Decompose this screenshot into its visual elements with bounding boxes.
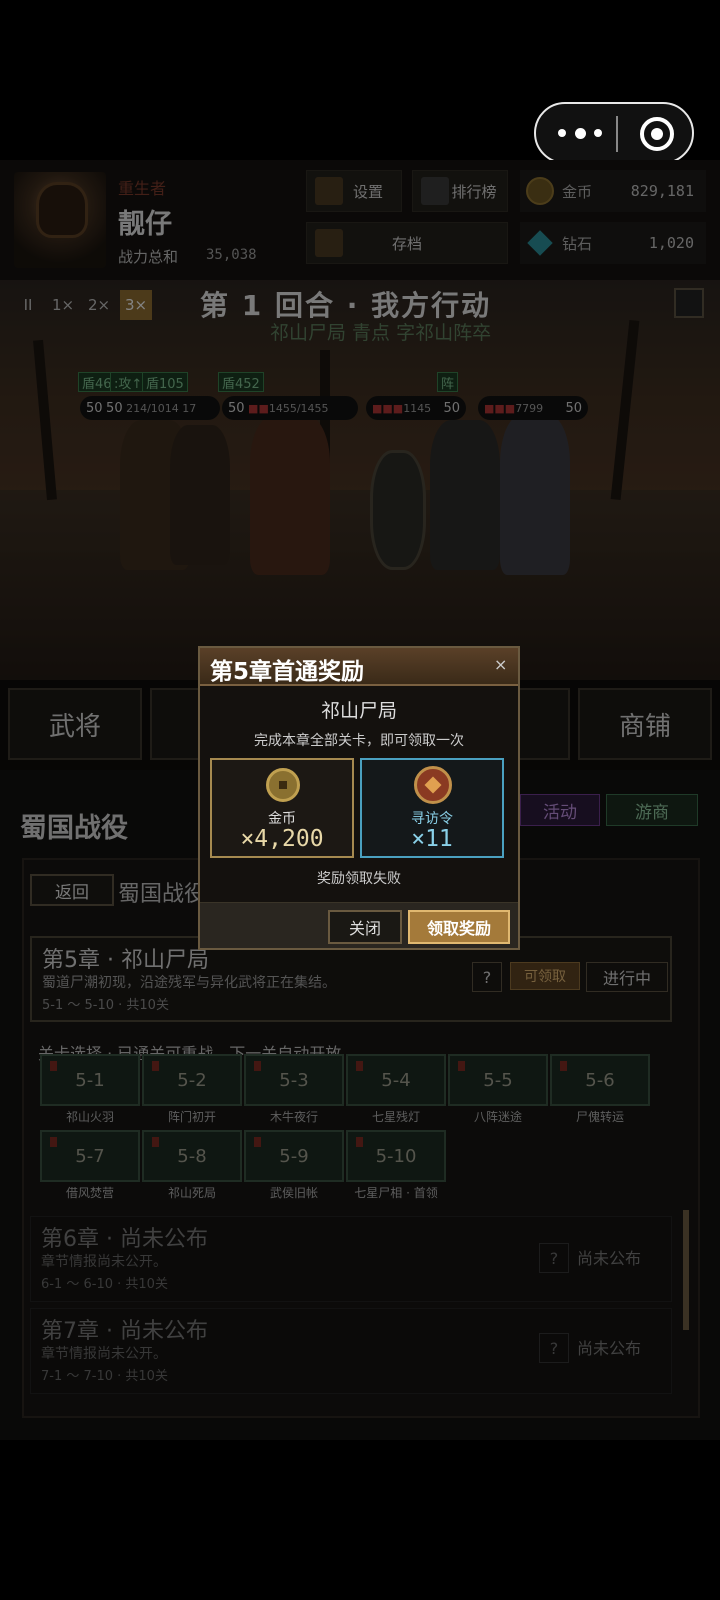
- gold-coin-icon: [266, 768, 300, 802]
- reward-label: 金币: [268, 811, 296, 827]
- reward-dialog: 第5章首通奖励 × 祁山尸局 完成本章全部关卡，即可领取一次 金币 ×4,200…: [198, 646, 520, 950]
- dialog-title: 第5章首通奖励: [210, 659, 365, 685]
- reward-gold-card: 金币 ×4,200: [210, 758, 354, 858]
- close-button[interactable]: 关闭: [328, 910, 402, 944]
- reward-label: 寻访令: [411, 811, 453, 827]
- capsule-divider: [616, 116, 618, 152]
- close-icon[interactable]: ×: [494, 655, 507, 674]
- dialog-subtitle: 祁山尸局: [320, 700, 397, 722]
- claim-button[interactable]: 领取奖励: [408, 910, 510, 944]
- dialog-desc: 完成本章全部关卡，即可领取一次: [254, 733, 464, 749]
- fail-message: 奖励领取失败: [317, 871, 401, 887]
- reward-value: ×4,200: [240, 826, 324, 852]
- target-circle-icon[interactable]: [640, 117, 674, 151]
- reward-token-card: 寻访令 ×11: [360, 758, 504, 858]
- reward-value: ×11: [411, 826, 453, 852]
- more-dots-icon[interactable]: [558, 118, 602, 148]
- mini-program-capsule: [534, 102, 694, 164]
- seek-token-icon: [414, 766, 452, 804]
